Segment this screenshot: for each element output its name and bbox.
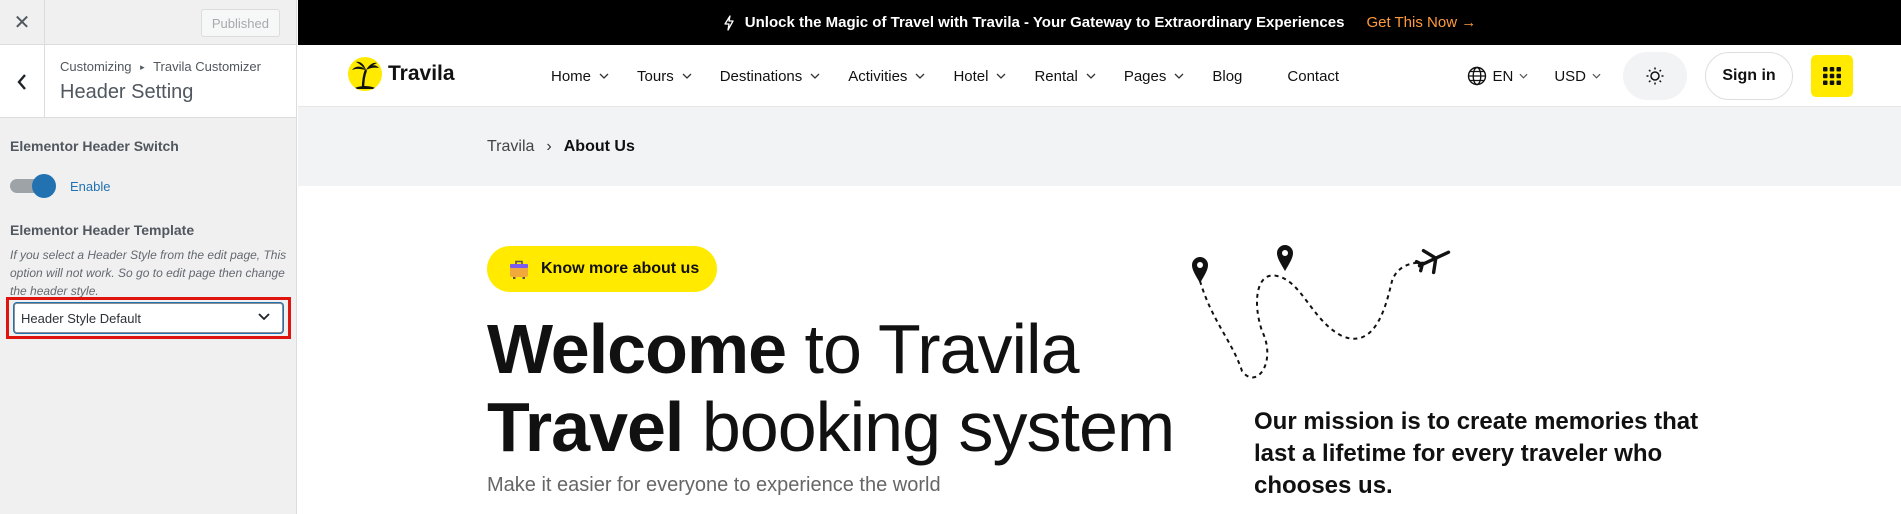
site-header: Travila Home Tours Destinations Activiti…	[298, 45, 1901, 107]
menu-item-activities[interactable]: Activities	[848, 68, 925, 85]
chevron-down-icon	[1174, 73, 1184, 79]
hero-subtitle: Make it easier for everyone to experienc…	[487, 474, 941, 496]
breadcrumb-separator: ›	[546, 138, 552, 155]
language-value: EN	[1492, 67, 1514, 85]
header-template-description: If you select a Header Style from the ed…	[10, 248, 287, 298]
chevron-down-icon	[997, 73, 1006, 79]
map-pin-icon	[1277, 245, 1293, 271]
heading-bold-2: Travel	[487, 388, 684, 466]
menu-item-contact[interactable]: Contact	[1287, 68, 1339, 85]
main-menu: Home Tours Destinations Activities Hotel…	[551, 45, 1367, 107]
promo-cta-link[interactable]: Get This Now →	[1366, 14, 1476, 31]
menu-item-label: Hotel	[953, 67, 989, 85]
heading-bold-1: Welcome	[487, 310, 787, 388]
chevron-down-icon	[682, 73, 692, 79]
header-switch-state: Enable	[70, 178, 111, 194]
chevron-down-icon	[1592, 73, 1601, 79]
chevron-down-icon	[915, 73, 925, 79]
breadcrumb: Travila › About Us	[487, 138, 635, 156]
chevron-down-icon	[1519, 73, 1528, 79]
hero-heading: Welcome to Travila Travel booking system	[487, 310, 1175, 466]
header-switch-toggle[interactable]	[10, 174, 56, 198]
menu-item-label: Pages	[1123, 67, 1167, 85]
menu-item-label: Home	[551, 67, 592, 85]
promo-bar: Unlock the Magic of Travel with Travila …	[298, 0, 1901, 45]
heading-rest-2: booking system	[683, 388, 1175, 466]
header-tools: EN USD Sign in	[1467, 52, 1853, 100]
lightning-icon	[723, 14, 735, 31]
header-template-label: Elementor Header Template	[10, 222, 195, 238]
airplane-icon	[1414, 248, 1451, 275]
menu-item-hotel[interactable]: Hotel	[953, 68, 1006, 85]
breadcrumb-current: About Us	[563, 138, 635, 155]
menu-item-pages[interactable]: Pages	[1124, 68, 1185, 85]
close-customizer-button[interactable]: ✕	[0, 0, 45, 45]
logo-text: Travila	[388, 62, 455, 85]
sign-in-button[interactable]: Sign in	[1705, 52, 1793, 100]
toggle-knob	[32, 174, 56, 198]
sun-icon	[1646, 67, 1664, 85]
menu-item-label: Blog	[1212, 67, 1243, 85]
palm-tree-icon	[348, 57, 382, 91]
menu-item-blog[interactable]: Blog	[1212, 68, 1242, 85]
menu-item-destinations[interactable]: Destinations	[720, 68, 821, 85]
breadcrumb-home-link[interactable]: Travila	[487, 138, 534, 156]
chevron-down-icon	[599, 73, 609, 79]
chevron-left-icon	[17, 73, 26, 90]
header-switch-row: Enable	[10, 174, 286, 198]
site-logo[interactable]: Travila	[348, 57, 455, 91]
close-icon: ✕	[13, 12, 31, 34]
breadcrumb-separator: ▸	[140, 62, 145, 72]
menu-item-label: Contact	[1287, 67, 1340, 85]
promo-cta-label: Get This Now	[1366, 14, 1458, 31]
header-template-value: Header Style Default	[21, 310, 141, 326]
customizer-sidebar: ✕ Published Customizing ▸ Travila Custom…	[0, 0, 297, 514]
menu-item-tours[interactable]: Tours	[637, 68, 692, 85]
grid-dots-icon	[1823, 67, 1841, 85]
customizer-controls: Elementor Header Switch Enable Elementor…	[0, 118, 296, 320]
about-hero: Know more about us Welcome to Travila Tr…	[298, 186, 1901, 514]
heading-rest-1: to Travila	[786, 310, 1079, 388]
currency-value: USD	[1554, 67, 1586, 85]
header-switch-label: Elementor Header Switch	[10, 138, 179, 154]
menu-item-label: Destinations	[719, 67, 803, 85]
arrow-right-icon: →	[1461, 14, 1477, 31]
know-more-label: Know more about us	[541, 260, 700, 277]
breadcrumb-child: Travila Customizer	[153, 59, 261, 74]
mission-statement: Our mission is to create memories that l…	[1254, 408, 1699, 499]
map-pin-icon	[1192, 257, 1208, 283]
section-header: Customizing ▸ Travila Customizer Header …	[0, 45, 296, 118]
language-selector[interactable]: EN	[1467, 66, 1528, 86]
suitcase-icon	[507, 258, 531, 280]
customizer-topbar: ✕ Published	[0, 0, 296, 45]
chevron-down-icon	[1086, 73, 1096, 79]
site-preview: Unlock the Magic of Travel with Travila …	[298, 0, 1901, 514]
promo-text: Unlock the Magic of Travel with Travila …	[744, 14, 1345, 31]
know-more-badge[interactable]: Know more about us	[487, 246, 717, 292]
page-breadcrumb-bar: Travila › About Us	[298, 107, 1901, 186]
menu-item-home[interactable]: Home	[551, 68, 609, 85]
chevron-down-icon	[810, 73, 820, 79]
theme-toggle-button[interactable]	[1623, 52, 1687, 100]
menu-item-rental[interactable]: Rental	[1034, 67, 1096, 85]
header-template-select[interactable]: Header Style Default	[14, 303, 283, 333]
section-title: Header Setting	[60, 81, 194, 103]
menu-item-label: Tours	[637, 67, 674, 85]
travel-route-illustration	[1192, 245, 1451, 379]
currency-selector[interactable]: USD	[1554, 68, 1601, 85]
chevron-down-icon	[258, 313, 270, 321]
globe-icon	[1468, 66, 1487, 86]
customizer-breadcrumb: Customizing ▸ Travila Customizer	[60, 59, 261, 74]
menu-item-label: Rental	[1034, 67, 1078, 85]
published-button[interactable]: Published	[200, 9, 280, 37]
menu-item-label: Activities	[848, 67, 908, 85]
back-button[interactable]	[0, 45, 45, 118]
highlight-box: Header Style Default	[6, 297, 291, 339]
breadcrumb-root: Customizing	[60, 59, 132, 74]
app-menu-button[interactable]	[1811, 55, 1853, 97]
